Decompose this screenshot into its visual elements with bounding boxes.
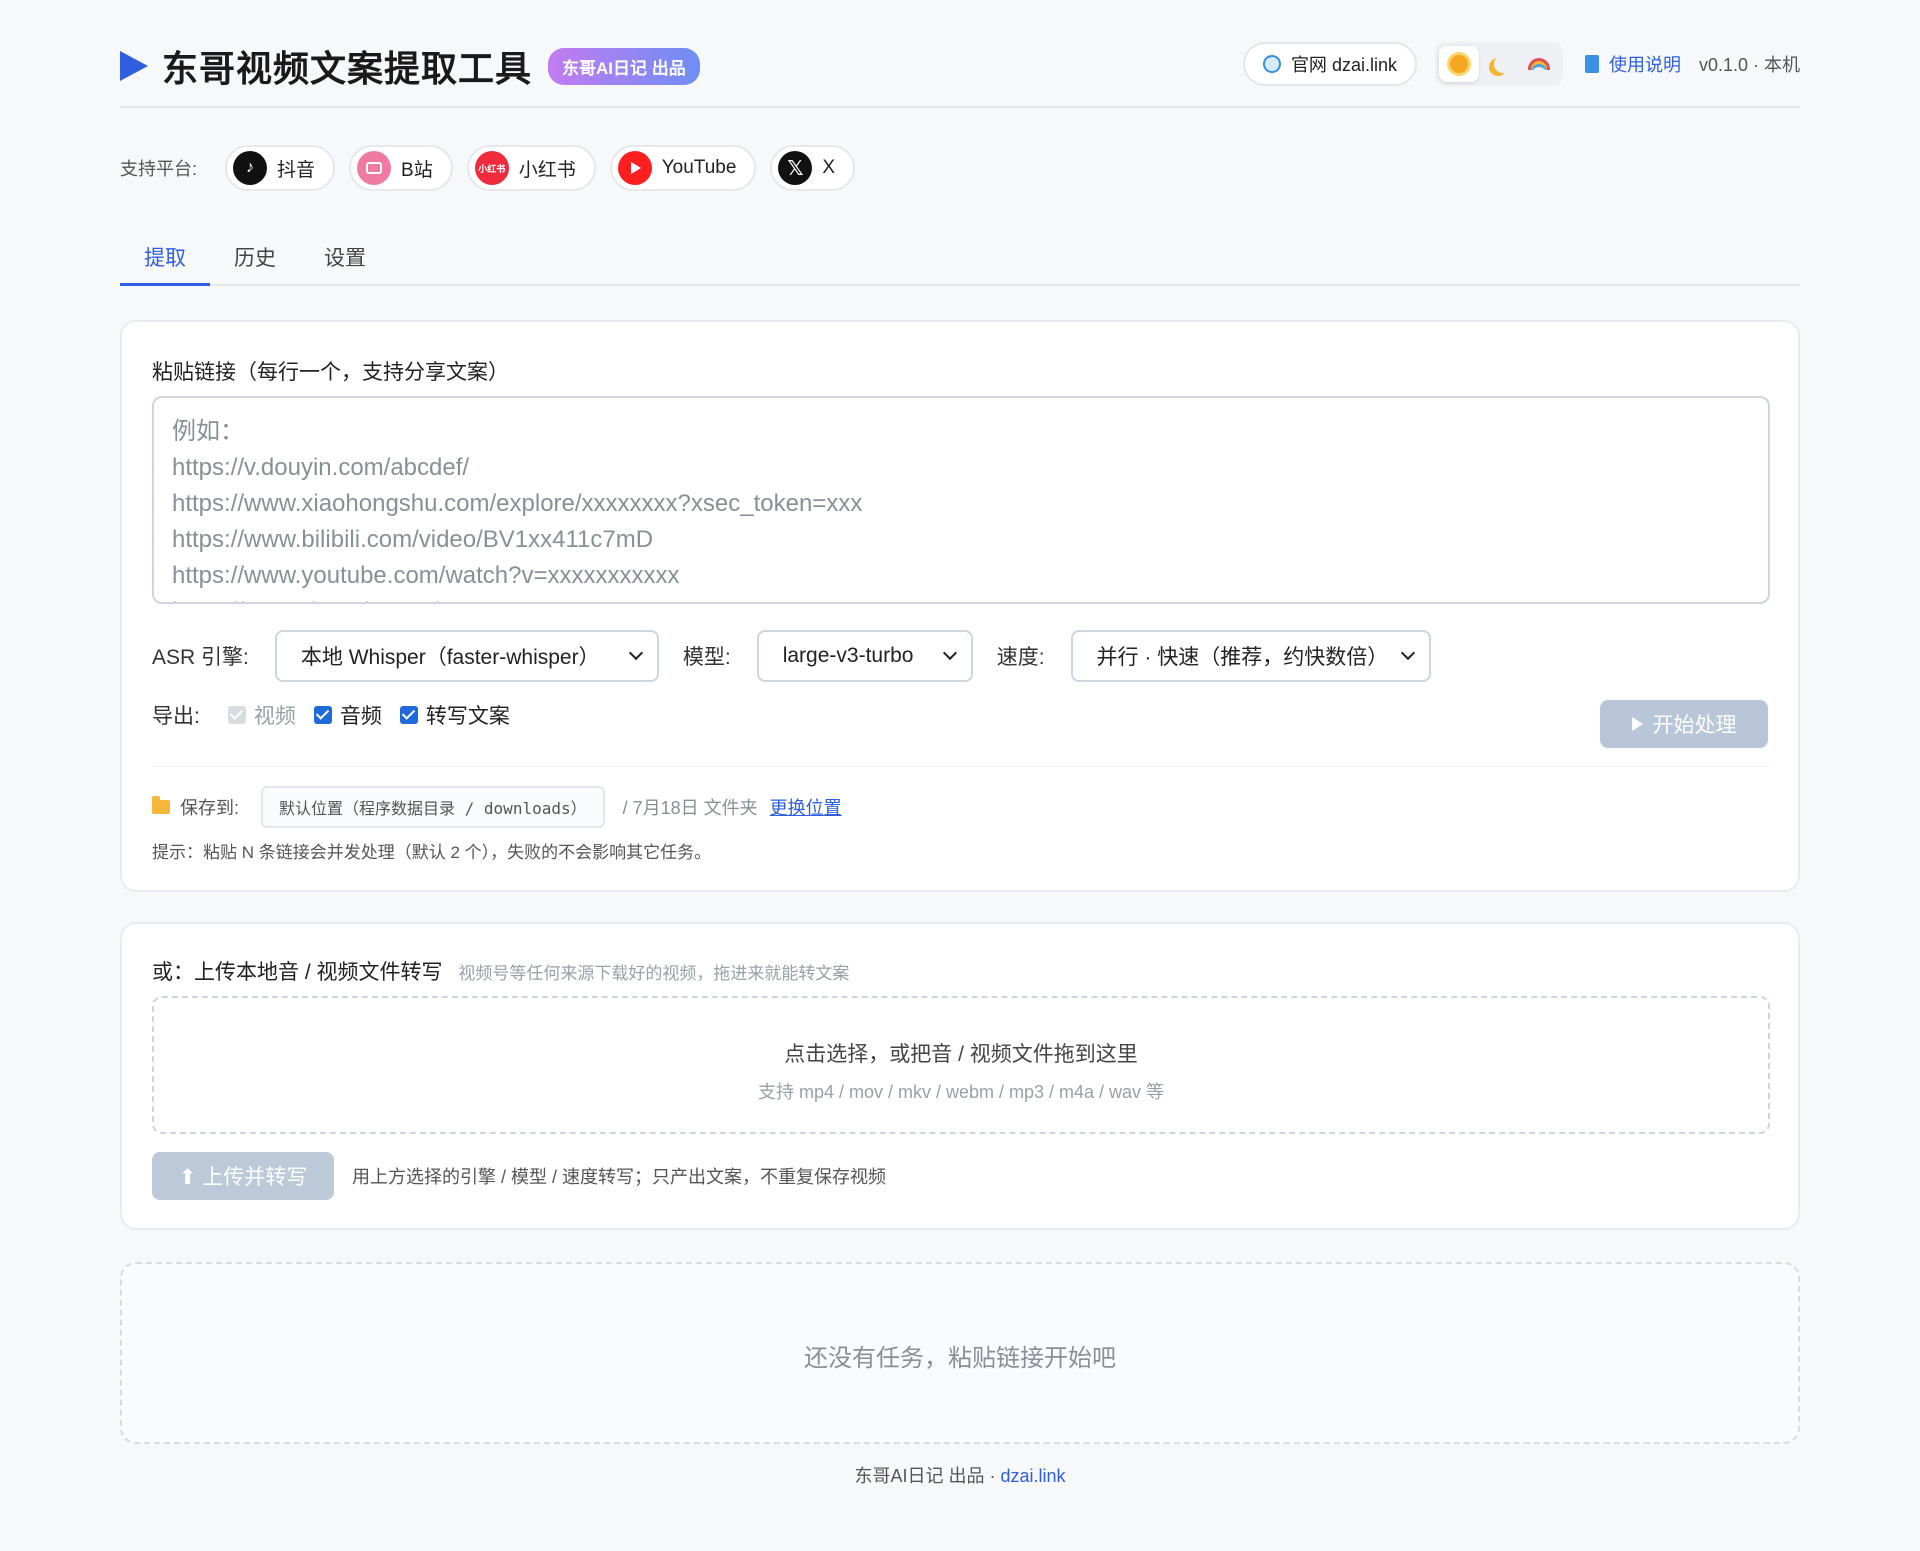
footer-text: 东哥AI日记 出品 · [854,1466,1001,1486]
usage-guide-link[interactable]: 使用说明 [1584,51,1681,77]
usage-guide-label: 使用说明 [1608,55,1681,75]
chevron-down-icon [942,645,957,661]
asr-label: ASR 引擎: [152,646,249,669]
globe-icon [1262,55,1281,73]
douyin-icon: ♪ [233,151,268,185]
save-label: 保存到: [180,798,240,818]
footer: 东哥AI日记 出品 · dzai.link [120,1462,1800,1488]
tab-settings[interactable]: 设置 [300,230,390,286]
upload-actions: ⬆ 上传并转写 用上方选择的引擎 / 模型 / 速度转写；只产出文案，不重复保存… [152,1152,886,1200]
tab-history[interactable]: 历史 [210,230,300,286]
export-label: 导出: [152,705,200,728]
upload-note: 用上方选择的引擎 / 模型 / 速度转写；只产出文案，不重复保存视频 [352,1167,887,1187]
speed-value: 并行 · 快速（推荐，约快数倍） [1096,646,1389,669]
upload-title: 或：上传本地音 / 视频文件转写 视频号等任何来源下载好的视频，拖进来就能转文案 [152,956,849,986]
export-text-checkbox[interactable]: 转写文案 [399,700,510,730]
change-location-link[interactable]: 更换位置 [770,794,842,820]
theme-dark-button[interactable] [1479,46,1519,82]
supported-platforms: 支持平台: ♪ 抖音 B站 小红书 小红书 YouTube 𝕏 X [120,145,869,191]
upload-transcribe-button[interactable]: ⬆ 上传并转写 [152,1152,334,1200]
theme-light-button[interactable] [1438,46,1479,82]
start-processing-button[interactable]: 开始处理 [1600,700,1768,748]
drop-zone-formats: 支持 mp4 / mov / mkv / webm / mp3 / m4a / … [757,1082,1165,1102]
save-subfolder: / 7月18日 文件夹 [622,798,758,818]
upload-subtitle: 视频号等任何来源下载好的视频，拖进来就能转文案 [458,964,850,983]
export-audio-label: 音频 [339,705,382,728]
export-audio-checkbox[interactable]: 音频 [313,700,382,730]
upload-title-text: 或：上传本地音 / 视频文件转写 [152,961,443,984]
platforms-label: 支持平台: [120,159,198,179]
task-list: 还没有任务，粘贴链接开始吧 [120,1262,1800,1444]
engine-options-row: ASR 引擎: 本地 Whisper（faster-whisper） 模型: l… [152,630,1455,682]
file-drop-zone[interactable]: 点击选择，或把音 / 视频文件拖到这里 支持 mp4 / mov / mkv /… [152,996,1770,1134]
model-label: 模型: [682,646,731,669]
platform-name: YouTube [661,157,737,178]
platform-name: 小红书 [518,159,576,181]
book-icon [1584,55,1599,73]
links-textarea[interactable]: 例如： https://v.douyin.com/abcdef/ https:/… [152,396,1770,604]
platform-chip-youtube: YouTube [609,145,757,191]
platform-name: X [822,157,836,178]
platform-chip-douyin: ♪ 抖音 [225,145,336,191]
youtube-icon [617,151,652,185]
platform-chip-x: 𝕏 X [770,145,856,191]
export-options-row: 导出: 视频 音频 转写文案 [152,700,528,730]
asr-engine-select[interactable]: 本地 Whisper（faster-whisper） [274,630,659,682]
divider [152,766,1770,767]
paste-links-title: 粘贴链接（每行一个，支持分享文案） [152,361,509,384]
save-location-row: 保存到: 默认位置（程序数据目录 / downloads） / 7月18日 文件… [152,786,842,828]
drop-zone-title: 点击选择，或把音 / 视频文件拖到这里 [784,1043,1138,1066]
chevron-down-icon [1400,645,1415,661]
tab-extract[interactable]: 提取 [120,230,210,286]
platform-chip-xiaohongshu: 小红书 小红书 [466,145,596,191]
official-site-link[interactable]: 官网 dzai.link [1242,42,1417,86]
header-actions: 官网 dzai.link 使用说明 v0.1.0 · 本机 [1242,42,1800,86]
concurrency-tip: 提示：粘贴 N 条链接会并发处理（默认 2 个），失败的不会影响其它任务。 [152,843,712,862]
x-icon: 𝕏 [778,151,813,185]
platform-name: 抖音 [277,159,316,181]
play-logo-icon [120,51,148,81]
sun-icon [1449,55,1468,73]
folder-icon [152,796,170,814]
export-text-label: 转写文案 [425,705,510,728]
checkbox-icon [399,706,418,724]
extract-card: 粘贴链接（每行一个，支持分享文案） 例如： https://v.douyin.c… [120,320,1800,892]
chevron-down-icon [628,645,643,661]
start-processing-label: 开始处理 [1652,714,1737,737]
author-badge: 东哥AI日记 出品 [548,47,700,85]
platform-name: B站 [401,159,433,181]
checkbox-icon [227,706,246,724]
version-label: v0.1.0 · 本机 [1698,55,1800,75]
brand: 东哥视频文案提取工具 东哥AI日记 出品 [120,40,700,92]
app-title: 东哥视频文案提取工具 [162,48,533,89]
platform-chip-bilibili: B站 [349,145,453,191]
speed-label: 速度: [996,646,1045,669]
footer-link[interactable]: dzai.link [1000,1466,1065,1486]
app-root: 东哥视频文案提取工具 东哥AI日记 出品 官网 dzai.link 使用说明 v… [120,0,1800,1486]
asr-engine-value: 本地 Whisper（faster-whisper） [300,646,600,669]
save-path: 默认位置（程序数据目录 / downloads） [261,786,605,828]
theme-switcher [1434,42,1563,86]
xiaohongshu-icon: 小红书 [474,151,509,185]
empty-tasks-message: 还没有任务，粘贴链接开始吧 [804,1345,1116,1372]
rainbow-icon [1527,58,1550,70]
app-header: 东哥视频文案提取工具 东哥AI日记 出品 官网 dzai.link 使用说明 v… [120,0,1800,108]
export-video-label: 视频 [253,705,296,728]
upload-card: 或：上传本地音 / 视频文件转写 视频号等任何来源下载好的视频，拖进来就能转文案… [120,922,1800,1230]
moon-icon [1494,55,1512,73]
bilibili-icon [357,151,392,185]
export-video-checkbox[interactable]: 视频 [227,700,296,730]
model-select[interactable]: large-v3-turbo [756,630,973,682]
main-tabs: 提取 历史 设置 [120,230,1800,286]
official-site-label: 官网 dzai.link [1290,55,1397,75]
speed-select[interactable]: 并行 · 快速（推荐，约快数倍） [1070,630,1431,682]
model-value: large-v3-turbo [782,644,914,667]
play-icon [1631,717,1643,731]
theme-colorful-button[interactable] [1519,46,1559,82]
checkbox-icon [313,706,332,724]
